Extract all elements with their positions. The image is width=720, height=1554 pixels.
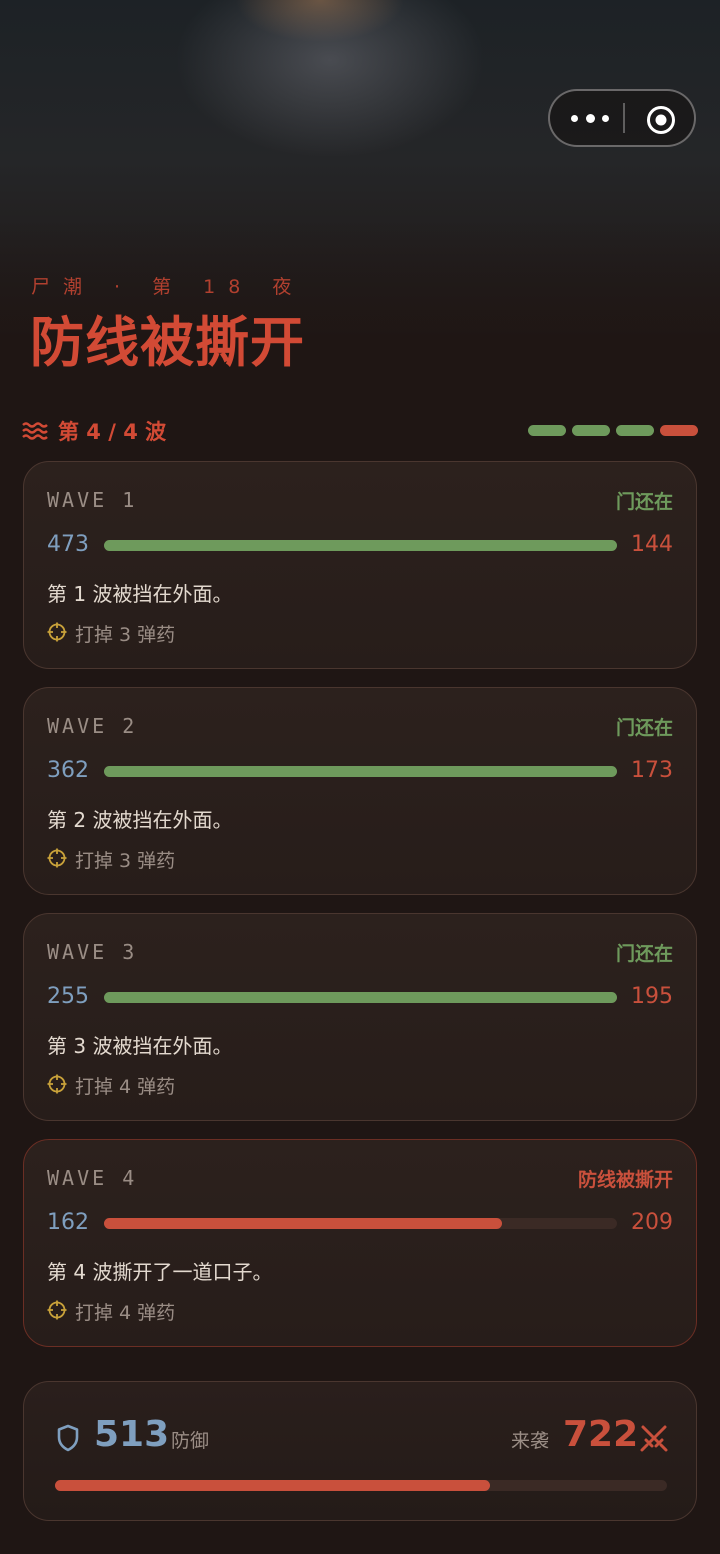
wave-label: WAVE 2 — [47, 714, 138, 738]
wave-bar-track — [104, 1218, 617, 1229]
wave-status: 门还在 — [615, 491, 673, 513]
wave-attack-value: 144 — [631, 532, 673, 557]
wave-card: WAVE 2 门还在 362 173 第 2 波被挡在外面。打掉 3 弹药 — [23, 687, 697, 895]
shield-icon — [57, 1424, 79, 1452]
wave-bar-fill — [104, 766, 617, 777]
crosshair-icon — [47, 1074, 67, 1094]
wave-label: WAVE 4 — [47, 1166, 138, 1190]
wave-bar-fill — [104, 1218, 502, 1229]
wave-status: 门还在 — [615, 717, 673, 739]
wave-count-label: 第 4 / 4 波 — [58, 420, 167, 444]
crosshair-icon — [47, 848, 67, 868]
more-dots-icon[interactable] — [570, 103, 610, 133]
waves-icon — [22, 422, 48, 440]
capsule-divider — [623, 103, 625, 133]
wave-bar-track — [104, 540, 617, 551]
crosshair-icon — [47, 1300, 67, 1320]
wave-progress-dot — [572, 425, 610, 436]
summary-bar-track — [55, 1480, 667, 1491]
wave-bar-track — [104, 992, 617, 1003]
wave-bar-fill — [104, 992, 617, 1003]
wave-ammo-label: 打掉 4 弹药 — [75, 1076, 176, 1098]
wave-defense-value: 362 — [47, 758, 89, 783]
wave-ammo-label: 打掉 3 弹药 — [75, 850, 176, 872]
wave-ammo-label: 打掉 4 弹药 — [75, 1302, 176, 1324]
wave-label: WAVE 1 — [47, 488, 138, 512]
wave-progress-dot — [616, 425, 654, 436]
crosshair-icon — [47, 622, 67, 642]
wave-attack-value: 209 — [631, 1210, 673, 1235]
summary-panel: 513 防御 来袭 722 — [23, 1381, 697, 1521]
wave-label: WAVE 3 — [47, 940, 138, 964]
wave-card: WAVE 4 防线被撕开 162 209 第 4 波撕开了一道口子。打掉 4 弹药 — [23, 1139, 697, 1347]
wave-defense-value: 473 — [47, 532, 89, 557]
defense-total: 513 — [94, 1414, 170, 1455]
attack-total: 722 — [563, 1414, 639, 1455]
wave-bar-track — [104, 766, 617, 777]
wave-description: 第 2 波被挡在外面。 — [47, 808, 233, 832]
wave-card: WAVE 1 门还在 473 144 第 1 波被挡在外面。打掉 3 弹药 — [23, 461, 697, 669]
attack-label: 来袭 — [511, 1430, 550, 1452]
summary-bar-fill — [55, 1480, 490, 1491]
wave-description: 第 3 波被挡在外面。 — [47, 1034, 233, 1058]
wave-status: 门还在 — [615, 943, 673, 965]
defense-label: 防御 — [171, 1430, 210, 1452]
wave-attack-value: 173 — [631, 758, 673, 783]
wave-defense-value: 162 — [47, 1210, 89, 1235]
wave-status: 防线被撕开 — [577, 1169, 673, 1191]
wave-progress-dot — [660, 425, 698, 436]
wave-attack-value: 195 — [631, 984, 673, 1009]
wave-card: WAVE 3 门还在 255 195 第 3 波被挡在外面。打掉 4 弹药 — [23, 913, 697, 1121]
night-subtitle: 尸潮 · 第 18 夜 — [31, 276, 305, 298]
wave-description: 第 1 波被挡在外面。 — [47, 582, 233, 606]
wave-bar-fill — [104, 540, 617, 551]
wave-description: 第 4 波撕开了一道口子。 — [47, 1260, 273, 1284]
page-title: 防线被撕开 — [30, 311, 305, 374]
wave-defense-value: 255 — [47, 984, 89, 1009]
wave-ammo-label: 打掉 3 弹药 — [75, 624, 176, 646]
wave-progress-indicator — [528, 425, 698, 437]
mini-program-capsule — [548, 89, 696, 147]
crossed-swords-icon — [640, 1425, 668, 1452]
target-close-icon[interactable] — [646, 105, 676, 135]
wave-progress-dot — [528, 425, 566, 436]
